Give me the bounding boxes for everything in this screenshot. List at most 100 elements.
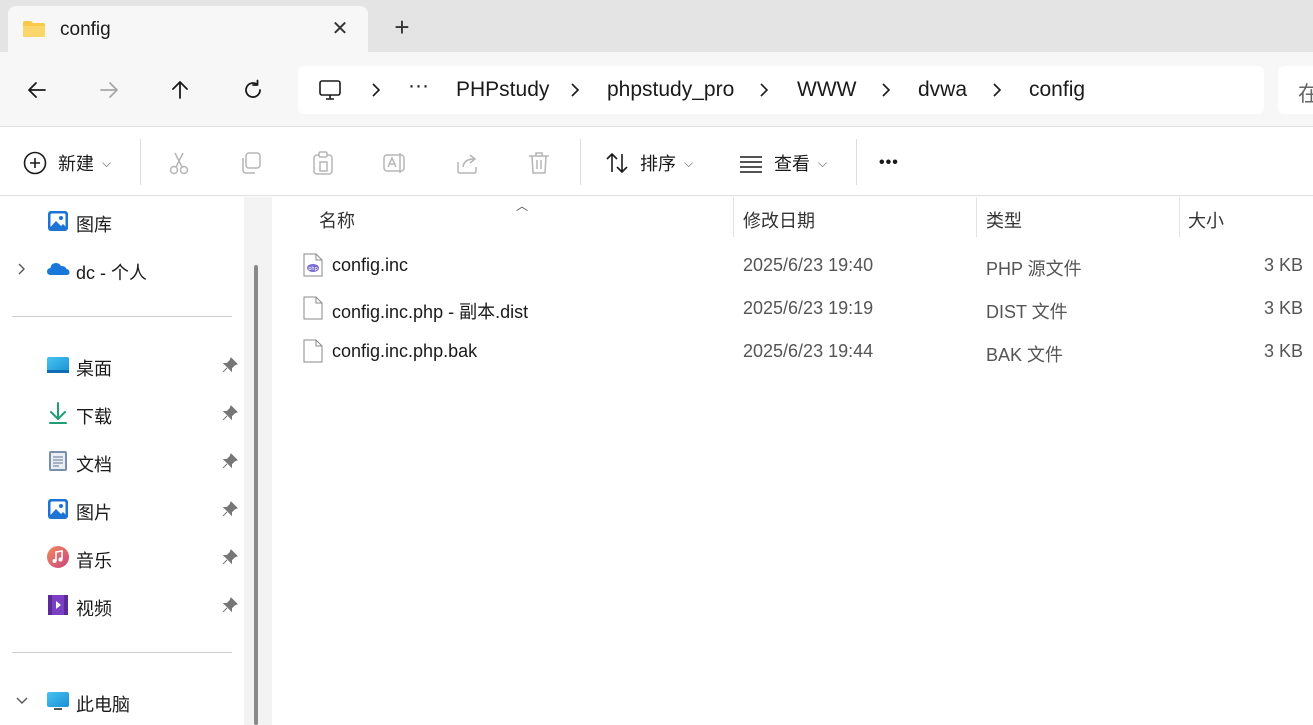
sidebar-item-downloads[interactable]: 下载 xyxy=(0,393,244,433)
copy-icon xyxy=(242,152,261,174)
sidebar-item-label: dc - 个人 xyxy=(76,263,148,283)
chevron-down-icon: ⌵ xyxy=(818,155,828,170)
column-header-size[interactable]: 大小 xyxy=(1188,207,1224,233)
breadcrumb-dvwa[interactable]: dvwa xyxy=(918,78,967,102)
chevron-right-icon xyxy=(760,83,769,97)
sidebar-scrollbar[interactable] xyxy=(254,265,258,725)
pictures-icon xyxy=(48,499,68,519)
arrow-up-icon xyxy=(172,81,188,99)
download-icon xyxy=(49,402,67,424)
pane-splitter[interactable] xyxy=(244,197,272,725)
address-bar[interactable]: ··· PHPstudy phpstudy_pro WWW dvwa confi… xyxy=(298,66,1264,114)
file-type: BAK 文件 xyxy=(986,345,1064,365)
file-list: ︿ 名称 修改日期 类型 大小 php config.inc 2025/6/23… xyxy=(272,197,1313,725)
tab-config[interactable]: config ✕ xyxy=(8,6,368,52)
pin-icon[interactable] xyxy=(222,405,238,421)
this-pc-icon xyxy=(47,692,69,710)
plus-circle-icon xyxy=(23,151,47,175)
column-divider[interactable] xyxy=(1179,197,1180,237)
view-button[interactable]: 查看 ⌵ xyxy=(738,147,827,179)
column-header-type[interactable]: 类型 xyxy=(986,207,1022,233)
breadcrumb-phpstudy-pro[interactable]: phpstudy_pro xyxy=(607,78,734,102)
sidebar-item-videos[interactable]: 视频 xyxy=(0,585,244,625)
forward-button[interactable] xyxy=(89,70,129,110)
arrow-right-icon xyxy=(100,82,118,98)
sidebar-item-music[interactable]: 音乐 xyxy=(0,537,244,577)
pin-icon[interactable] xyxy=(222,357,238,373)
chevron-right-icon[interactable] xyxy=(14,261,30,277)
sidebar-item-label: 图库 xyxy=(76,215,112,235)
column-divider[interactable] xyxy=(976,197,977,237)
up-button[interactable] xyxy=(160,70,200,110)
sidebar-item-label: 桌面 xyxy=(76,359,112,379)
delete-button[interactable] xyxy=(526,147,552,179)
sidebar-item-gallery[interactable]: 图库 xyxy=(0,201,244,241)
breadcrumb-config[interactable]: config xyxy=(1029,78,1085,102)
file-size: 3 KB xyxy=(1263,298,1303,318)
breadcrumb-overflow[interactable]: ··· xyxy=(408,74,429,98)
toolbar-divider xyxy=(140,139,141,185)
file-row[interactable]: config.inc.php.bak 2025/6/23 19:44 BAK 文… xyxy=(272,331,1313,371)
navigation-bar: ··· PHPstudy phpstudy_pro WWW dvwa confi… xyxy=(0,52,1313,126)
copy-button[interactable] xyxy=(238,147,264,179)
column-header-name[interactable]: 名称 xyxy=(319,207,355,233)
view-button-label: 查看 xyxy=(774,154,810,174)
cut-button[interactable] xyxy=(166,147,192,179)
tab-strip: config ✕ + xyxy=(0,0,1313,52)
pin-icon[interactable] xyxy=(222,597,238,613)
file-date: 2025/6/23 19:19 xyxy=(743,298,874,318)
sidebar-item-label: 下载 xyxy=(76,407,112,427)
onedrive-icon xyxy=(47,263,70,275)
breadcrumb-phpstudy[interactable]: PHPstudy xyxy=(456,78,549,102)
tab-title: config xyxy=(60,19,111,40)
more-options-button[interactable]: ••• xyxy=(879,147,899,179)
column-divider[interactable] xyxy=(733,197,734,237)
sort-button-label: 排序 xyxy=(640,154,676,174)
new-tab-button[interactable]: + xyxy=(388,14,416,42)
pin-icon[interactable] xyxy=(222,453,238,469)
gallery-icon xyxy=(48,211,68,231)
paste-button[interactable] xyxy=(310,147,336,179)
breadcrumb-www[interactable]: WWW xyxy=(797,78,856,102)
sort-button[interactable]: 排序 ⌵ xyxy=(604,147,693,179)
sidebar-item-desktop[interactable]: 桌面 xyxy=(0,345,244,385)
chevron-down-icon[interactable] xyxy=(14,693,30,709)
share-button[interactable] xyxy=(454,147,480,179)
command-bar: 新建 ⌵ 排序 ⌵ 查看 ⌵ ••• xyxy=(0,126,1313,196)
monitor-icon xyxy=(319,80,341,100)
sidebar-item-documents[interactable]: 文档 xyxy=(0,441,244,481)
refresh-button[interactable] xyxy=(233,70,273,110)
file-date: 2025/6/23 19:44 xyxy=(743,341,874,361)
sidebar-item-this-pc[interactable]: 此电脑 xyxy=(0,681,244,721)
svg-text:php: php xyxy=(308,266,318,272)
view-list-icon xyxy=(740,156,762,173)
file-name: config.inc.php.bak xyxy=(332,341,478,361)
tab-close-button[interactable]: ✕ xyxy=(326,16,354,44)
toolbar-divider xyxy=(580,139,581,185)
search-placeholder: 在 xyxy=(1298,83,1313,106)
file-size: 3 KB xyxy=(1263,341,1303,361)
sidebar-item-onedrive[interactable]: dc - 个人 xyxy=(0,249,244,289)
chevron-right-icon xyxy=(372,83,381,97)
search-box[interactable]: 在 xyxy=(1278,66,1313,114)
file-row[interactable]: config.inc.php - 副本.dist 2025/6/23 19:19… xyxy=(272,288,1313,328)
sidebar-divider xyxy=(12,316,232,317)
sidebar-item-label: 此电脑 xyxy=(76,695,130,715)
file-row[interactable]: php config.inc 2025/6/23 19:40 PHP 源文件 3… xyxy=(272,245,1313,285)
chevron-down-icon: ⌵ xyxy=(684,155,694,170)
php-file-icon: php xyxy=(303,253,323,277)
clipboard-icon xyxy=(313,151,333,175)
sidebar-item-label: 图片 xyxy=(76,503,112,523)
sort-ascending-icon: ︿ xyxy=(516,199,529,213)
sidebar-item-pictures[interactable]: 图片 xyxy=(0,489,244,529)
blank-file-icon xyxy=(303,339,323,363)
new-button[interactable]: 新建 ⌵ xyxy=(22,147,111,179)
share-icon xyxy=(457,154,477,174)
music-icon xyxy=(47,546,69,568)
pin-icon[interactable] xyxy=(222,501,238,517)
rename-button[interactable] xyxy=(382,147,408,179)
pin-icon[interactable] xyxy=(222,549,238,565)
navigation-pane: 图库 dc - 个人 桌面 下载 文档 图片 音乐 视频 此电脑 xyxy=(0,197,244,725)
back-button[interactable] xyxy=(17,70,57,110)
column-header-date[interactable]: 修改日期 xyxy=(743,207,815,233)
